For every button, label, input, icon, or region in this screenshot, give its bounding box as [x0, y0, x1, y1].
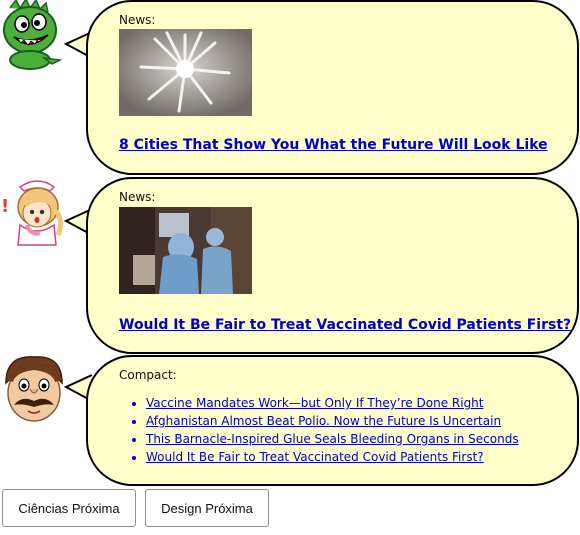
- list-item: Vaccine Mandates Work—but Only If They’r…: [146, 394, 519, 412]
- speech-bubble: News: 8 Cities That Show You What the Fu…: [86, 0, 579, 175]
- article-link[interactable]: Vaccine Mandates Work—but Only If They’r…: [146, 396, 484, 410]
- svg-text:!: !: [1, 196, 9, 217]
- speech-bubble: Compact: Vaccine Mandates Work—but Only …: [86, 355, 579, 486]
- prev-section-button[interactable]: Ciências Próxima: [2, 489, 136, 527]
- speech-bubble: News: Would It Be Fair to Treat Vaccinat…: [86, 177, 579, 354]
- compact-label: Compact:: [119, 368, 177, 382]
- next-section-button[interactable]: Design Próxima: [145, 489, 269, 527]
- article-link[interactable]: This Barnacle-Inspired Glue Seals Bleedi…: [146, 432, 519, 446]
- mustache-man-icon: [5, 356, 63, 422]
- news-label: News:: [119, 13, 156, 27]
- green-dinosaur-icon: [3, 0, 63, 70]
- feed-item-news-1: News: 8 Cities That Show You What the Fu…: [0, 0, 580, 175]
- compact-link-list: Vaccine Mandates Work—but Only If They’r…: [119, 394, 519, 466]
- article-link[interactable]: Afghanistan Almost Beat Polio. Now the F…: [146, 414, 501, 428]
- feed-item-news-2: ! News: Would It Be Fair to Treat Vaccin…: [0, 177, 580, 354]
- list-item: This Barnacle-Inspired Glue Seals Bleedi…: [146, 430, 519, 448]
- list-item: Would It Be Fair to Treat Vaccinated Cov…: [146, 448, 519, 466]
- nurse-icon: !: [1, 180, 64, 246]
- article-thumbnail[interactable]: [119, 29, 252, 116]
- feed-item-compact: Compact: Vaccine Mandates Work—but Only …: [0, 355, 580, 486]
- article-thumbnail[interactable]: [119, 207, 252, 294]
- news-label: News:: [119, 190, 156, 204]
- list-item: Afghanistan Almost Beat Polio. Now the F…: [146, 412, 519, 430]
- article-link[interactable]: Would It Be Fair to Treat Vaccinated Cov…: [146, 450, 484, 464]
- article-headline-link[interactable]: 8 Cities That Show You What the Future W…: [119, 137, 548, 153]
- article-headline-link[interactable]: Would It Be Fair to Treat Vaccinated Cov…: [119, 317, 571, 333]
